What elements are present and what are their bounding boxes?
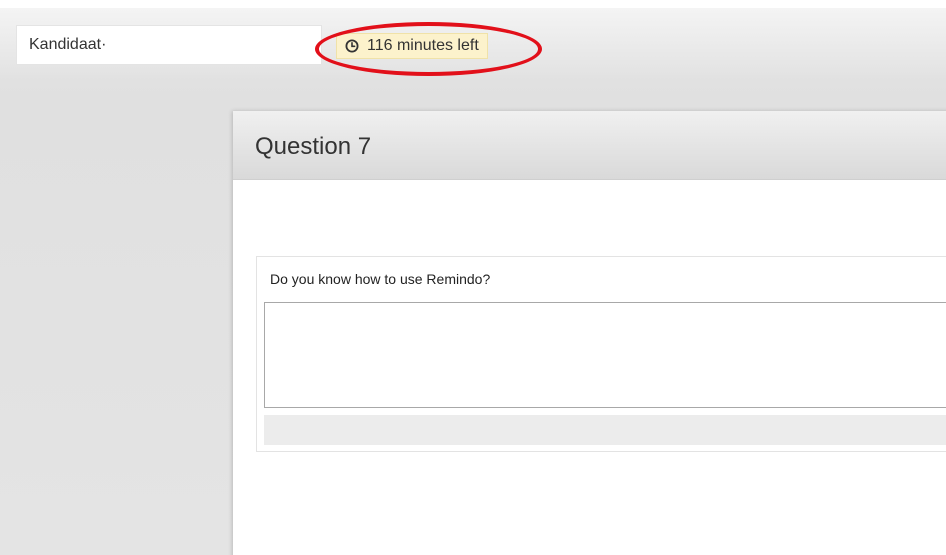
candidate-label: Kandidaat· <box>29 36 107 53</box>
answer-panel-footer <box>264 415 946 445</box>
top-bar: Kandidaat· 116 minutes left <box>0 8 946 78</box>
candidate-name-field: Kandidaat· <box>16 25 322 65</box>
question-prompt: Do you know how to use Remindo? <box>270 271 491 287</box>
exam-screen: Kandidaat· 116 minutes left Question 7 D… <box>0 0 946 555</box>
answer-input[interactable] <box>264 302 946 408</box>
clock-icon <box>345 39 359 53</box>
answer-panel: Do you know how to use Remindo? <box>256 256 946 452</box>
question-title: Question 7 <box>233 111 946 180</box>
question-card: Question 7 Do you know how to use Remind… <box>233 111 946 555</box>
top-strip <box>0 0 946 8</box>
time-remaining-text: 116 minutes left <box>367 37 479 54</box>
time-remaining-badge: 116 minutes left <box>336 33 488 59</box>
